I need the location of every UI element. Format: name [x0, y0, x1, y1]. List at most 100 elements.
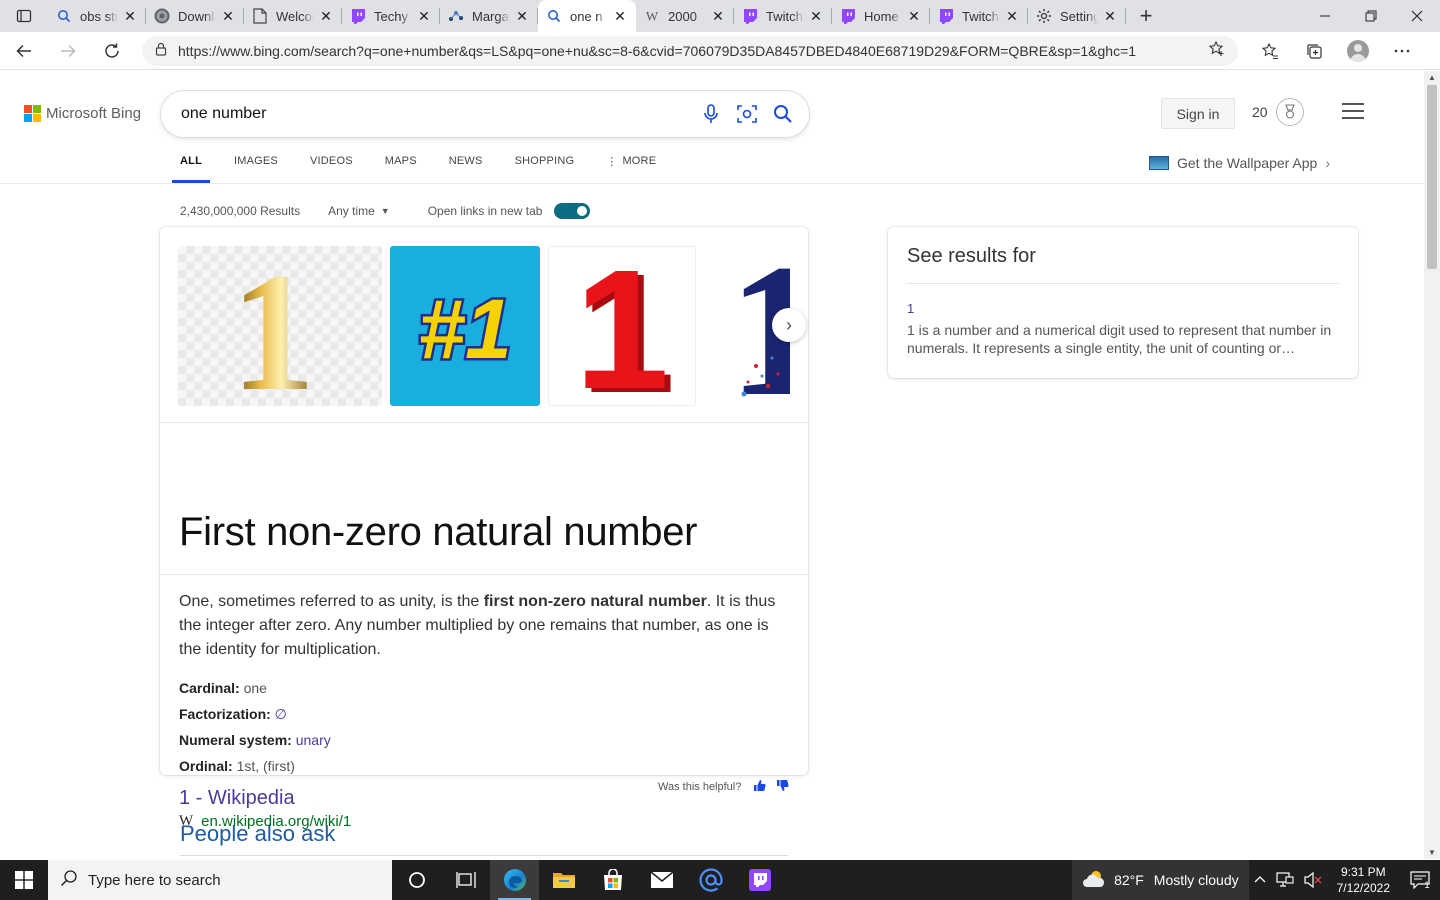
menu-button[interactable]	[1342, 103, 1364, 124]
scope-all[interactable]: ALL	[172, 153, 210, 183]
search-input[interactable]: one number	[181, 105, 693, 123]
collections-button[interactable]	[1292, 35, 1336, 67]
close-tab-icon[interactable]: ✕	[122, 8, 138, 24]
start-button[interactable]	[0, 860, 48, 900]
notification-center-button[interactable]: 1	[1400, 860, 1440, 900]
cortana-button[interactable]	[392, 860, 441, 900]
bing-logo[interactable]: Microsoft Bing	[24, 105, 141, 122]
open-links-toggle[interactable]	[554, 203, 591, 219]
close-tab-icon[interactable]: ✕	[1102, 8, 1118, 24]
taskbar-search[interactable]: Type here to search	[48, 860, 392, 900]
scope-more[interactable]: ⋮ MORE	[590, 153, 672, 183]
rewards-button[interactable]: 20	[1252, 98, 1304, 126]
thumbs-down-icon[interactable]	[776, 779, 789, 795]
favorites-button[interactable]	[1248, 35, 1292, 67]
tab-6[interactable]: W 2000 ✕	[636, 0, 734, 32]
time-filter-dropdown[interactable]: Any time ▼	[328, 204, 390, 218]
search-button[interactable]	[765, 96, 801, 132]
carousel-image[interactable]: #1	[390, 246, 540, 406]
wikipedia-link[interactable]: 1 - Wikipedia	[179, 787, 295, 810]
new-tab-button[interactable]: +	[1126, 0, 1166, 32]
scrollbar-thumb[interactable]	[1427, 85, 1437, 269]
minimize-button[interactable]	[1302, 0, 1348, 32]
weather-widget[interactable]: 82°F Mostly cloudy	[1072, 860, 1249, 900]
weather-temp: 82°F	[1114, 872, 1144, 888]
tab-10[interactable]: Settings✕	[1028, 0, 1126, 32]
fact-value-link[interactable]: ∅	[275, 706, 287, 722]
voice-search-button[interactable]	[693, 96, 729, 132]
carousel-image[interactable]: 1	[178, 246, 382, 406]
sign-in-button[interactable]: Sign in	[1161, 98, 1235, 129]
close-tab-icon[interactable]: ✕	[1004, 8, 1020, 24]
camera-search-icon	[737, 105, 757, 123]
tab-4[interactable]: Margaret✕	[440, 0, 538, 32]
settings-more-button[interactable]	[1380, 35, 1424, 67]
wallpaper-app-link[interactable]: Get the Wallpaper App ›	[1149, 155, 1330, 171]
profile-button[interactable]	[1336, 35, 1380, 67]
close-tab-icon[interactable]: ✕	[416, 8, 432, 24]
carousel-image[interactable]: 1 1	[548, 246, 696, 406]
results-count: 2,430,000,000 Results	[180, 204, 301, 218]
volume-button[interactable]	[1299, 872, 1327, 888]
tab-5[interactable]: one n ✕	[538, 0, 636, 32]
scope-images[interactable]: IMAGES	[218, 153, 294, 183]
carousel-next-button[interactable]: ›	[772, 308, 806, 342]
folder-icon	[552, 873, 575, 888]
taskbar-file-explorer[interactable]	[539, 860, 588, 900]
tab-actions-button[interactable]	[0, 0, 48, 32]
tab-8[interactable]: Home ✕	[832, 0, 930, 32]
weather-desc: Mostly cloudy	[1153, 872, 1239, 888]
close-tab-icon[interactable]: ✕	[612, 8, 628, 24]
address-bar[interactable]: https://www.bing.com/search?q=one+number…	[142, 35, 1238, 66]
task-view-button[interactable]	[441, 860, 490, 900]
close-tab-icon[interactable]: ✕	[220, 8, 236, 24]
show-hidden-icons-button[interactable]	[1249, 874, 1271, 886]
tab-3[interactable]: Techy ✕	[342, 0, 440, 32]
search-icon	[56, 8, 72, 24]
close-tab-icon[interactable]: ✕	[514, 8, 530, 24]
taskbar-twitch[interactable]	[735, 860, 784, 900]
search-scopes: ALL IMAGES VIDEOS MAPS NEWS SHOPPING ⋮ MO…	[172, 153, 672, 183]
thumbs-up-icon[interactable]	[753, 779, 766, 795]
scroll-down-icon[interactable]: ▼	[1428, 848, 1436, 857]
visual-search-button[interactable]	[729, 96, 765, 132]
back-button[interactable]	[4, 35, 44, 67]
close-tab-icon[interactable]: ✕	[710, 8, 726, 24]
url-text[interactable]: https://www.bing.com/search?q=one+number…	[178, 43, 1208, 59]
tab-0[interactable]: obs studio✕	[48, 0, 146, 32]
tab-7[interactable]: Twitch ✕	[734, 0, 832, 32]
tab-1[interactable]: Download✕	[146, 0, 244, 32]
tab-9[interactable]: Twitch ✕	[930, 0, 1028, 32]
image-glyph: 1	[575, 246, 670, 406]
close-tab-icon[interactable]: ✕	[808, 8, 824, 24]
taskbar-store[interactable]	[588, 860, 637, 900]
fact-row: Factorization: ∅	[179, 701, 331, 727]
add-favorite-icon[interactable]	[1208, 40, 1226, 61]
scope-videos[interactable]: VIDEOS	[294, 153, 369, 183]
clock[interactable]: 9:31 PM 7/12/2022	[1327, 864, 1400, 896]
network-button[interactable]	[1271, 872, 1299, 888]
page-scrollbar[interactable]: ▲ ▼	[1424, 71, 1440, 859]
taskbar-at-app[interactable]	[686, 860, 735, 900]
tab-2[interactable]: Welcome✕	[244, 0, 342, 32]
close-tab-icon[interactable]: ✕	[318, 8, 334, 24]
scope-shopping[interactable]: SHOPPING	[499, 153, 591, 183]
close-tab-icon[interactable]: ✕	[906, 8, 922, 24]
taskbar-mail[interactable]	[637, 860, 686, 900]
task-view-icon	[455, 872, 476, 888]
see-results-link[interactable]: 1	[907, 301, 914, 316]
scope-news[interactable]: NEWS	[433, 153, 499, 183]
taskbar-edge[interactable]	[490, 860, 539, 900]
scope-maps[interactable]: MAPS	[369, 153, 433, 183]
tab-label: obs studio	[80, 8, 118, 24]
open-links-label: Open links in new tab	[427, 204, 543, 218]
restore-button[interactable]	[1348, 0, 1394, 32]
close-window-button[interactable]	[1394, 0, 1440, 32]
fact-value-link[interactable]: unary	[296, 732, 331, 748]
mail-icon	[650, 871, 673, 888]
forward-button[interactable]	[48, 35, 88, 67]
lock-icon[interactable]	[154, 42, 168, 59]
arrow-left-icon	[16, 44, 31, 57]
refresh-button[interactable]	[92, 35, 132, 67]
scroll-up-icon[interactable]: ▲	[1428, 73, 1436, 82]
